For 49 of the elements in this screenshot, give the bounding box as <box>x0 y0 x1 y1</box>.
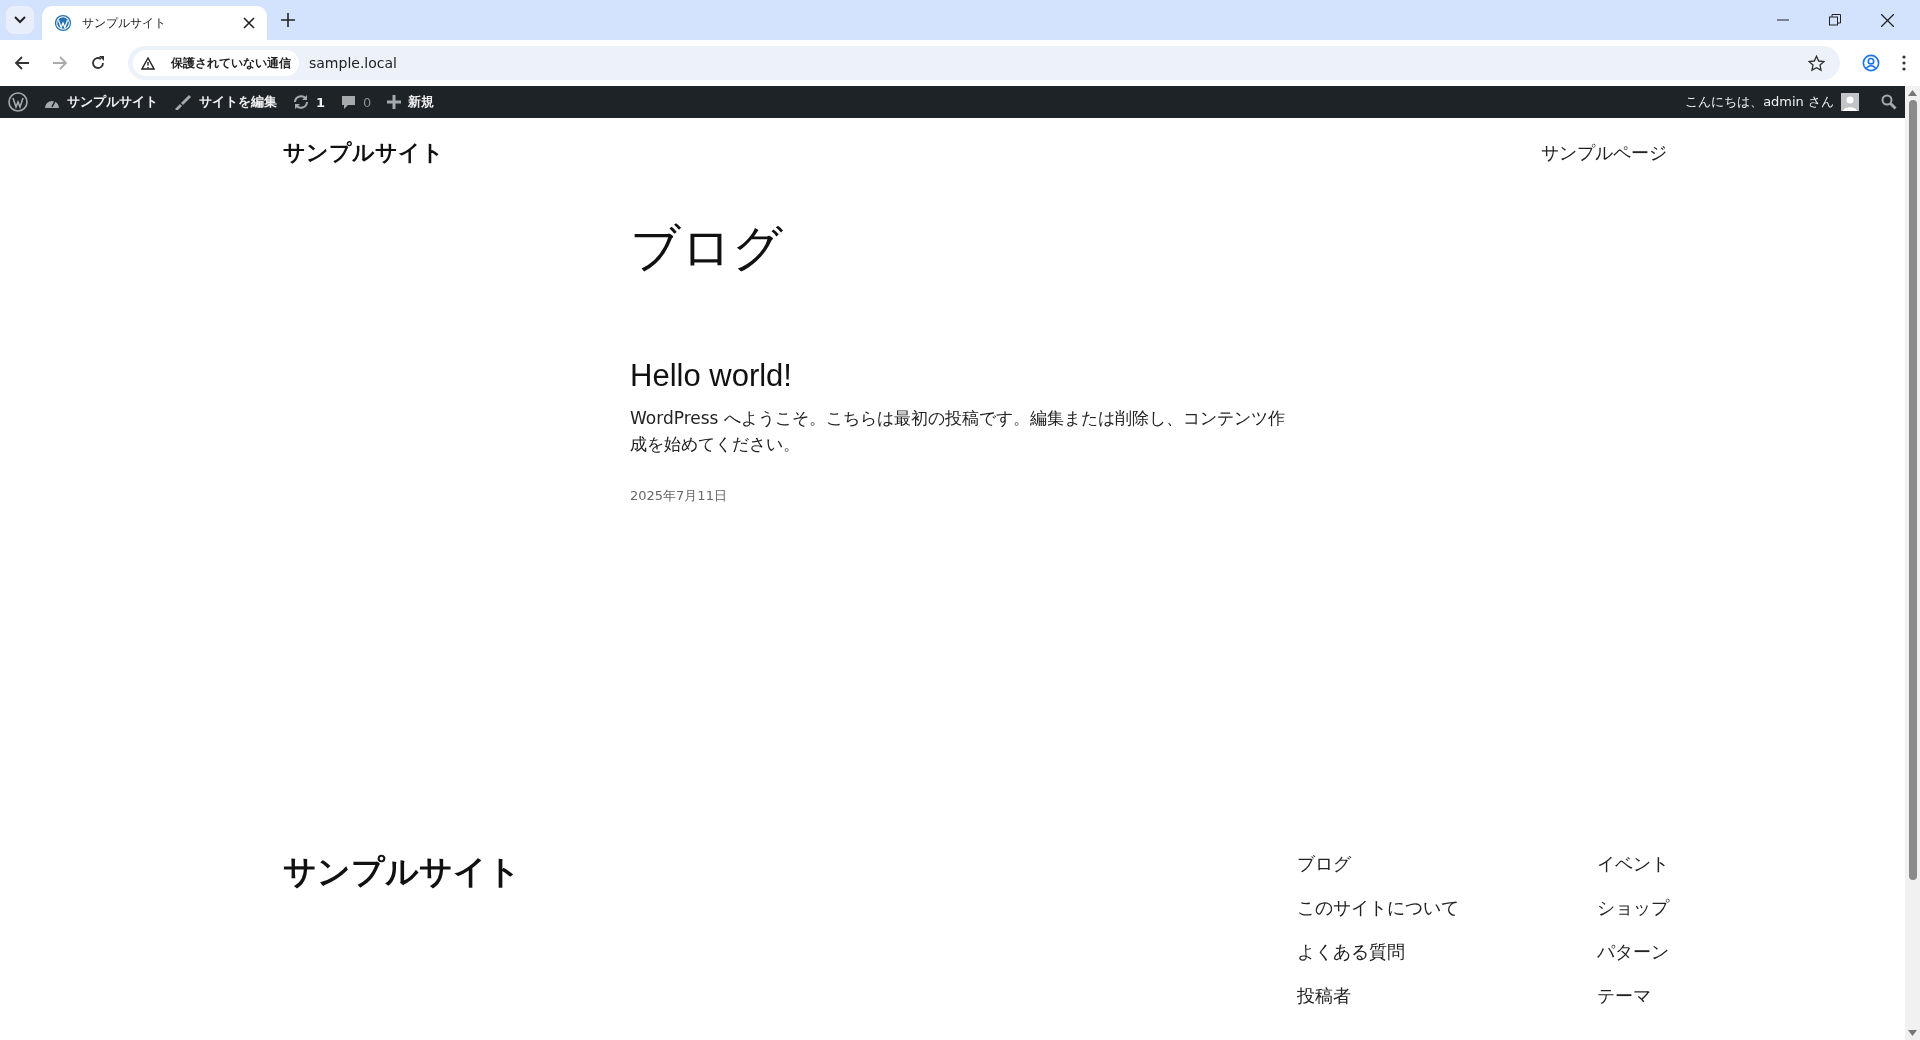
plus-icon <box>387 95 402 109</box>
site-title[interactable]: サンプルサイト <box>283 138 444 168</box>
speech-bubble-icon <box>341 94 357 110</box>
footer-link[interactable]: このサイトについて <box>1297 894 1597 922</box>
footer-link[interactable]: パターン <box>1597 938 1667 966</box>
brush-icon <box>174 94 192 110</box>
new-tab-icon[interactable] <box>281 13 295 27</box>
footer-link[interactable]: ブログ <box>1297 850 1597 878</box>
page-heading: ブログ <box>630 218 784 278</box>
scroll-up-icon[interactable] <box>1908 90 1917 96</box>
profile-icon[interactable] <box>1862 54 1880 72</box>
security-chip[interactable]: 保護されていない通信 <box>133 50 299 76</box>
scroll-thumb[interactable] <box>1908 100 1917 880</box>
browser-tab[interactable]: サンプルサイト <box>42 6 267 40</box>
post-title[interactable]: Hello world! <box>630 358 1290 394</box>
footer-link[interactable]: 投稿者 <box>1297 982 1597 1010</box>
account-menu[interactable]: こんにちは、admin さん <box>1685 93 1859 111</box>
tab-title: サンプルサイト <box>82 14 167 32</box>
avatar-icon <box>1841 93 1859 111</box>
post-excerpt: WordPress へようこそ。こちらは最初の投稿です。編集または削除し、コンテンツ作成を始めてください。 <box>630 407 1286 456</box>
scroll-down-icon[interactable] <box>1908 1030 1917 1036</box>
close-icon[interactable] <box>243 17 255 29</box>
tab-list-button[interactable] <box>6 6 34 34</box>
footer-site-title[interactable]: サンプルサイト <box>283 850 1297 1040</box>
back-icon[interactable] <box>14 55 30 71</box>
restore-icon[interactable] <box>1829 14 1841 26</box>
footer-link[interactable]: イベント <box>1597 850 1667 878</box>
wordpress-logo-icon[interactable] <box>8 92 28 112</box>
chevron-down-icon <box>14 16 26 24</box>
admin-bar-item[interactable]: 0 <box>341 94 372 110</box>
footer-link[interactable]: テーマ <box>1597 982 1667 1010</box>
star-icon[interactable] <box>1808 54 1825 72</box>
footer-link[interactable]: よくある質問 <box>1297 938 1597 966</box>
admin-bar-item[interactable]: 1 <box>293 94 326 110</box>
search-icon[interactable] <box>1881 94 1897 110</box>
refresh-icon <box>293 94 309 110</box>
wordpress-logo-icon <box>54 14 72 32</box>
scrollbar[interactable] <box>1905 86 1920 1040</box>
admin-bar-item[interactable]: サンプルサイト <box>44 93 158 111</box>
url-text: sample.local <box>309 55 397 71</box>
nav-link[interactable]: サンプルページ <box>1541 142 1667 163</box>
warning-icon <box>141 56 155 70</box>
admin-bar-item[interactable]: サイトを編集 <box>174 93 277 111</box>
close-icon[interactable] <box>1881 13 1894 27</box>
more-icon[interactable] <box>1902 55 1906 71</box>
reload-icon[interactable] <box>90 55 106 71</box>
post-date: 2025年7月11日 <box>630 487 728 505</box>
admin-bar-item[interactable]: 新規 <box>387 93 435 111</box>
address-bar[interactable]: 保護されていない通信 sample.local <box>128 46 1840 80</box>
